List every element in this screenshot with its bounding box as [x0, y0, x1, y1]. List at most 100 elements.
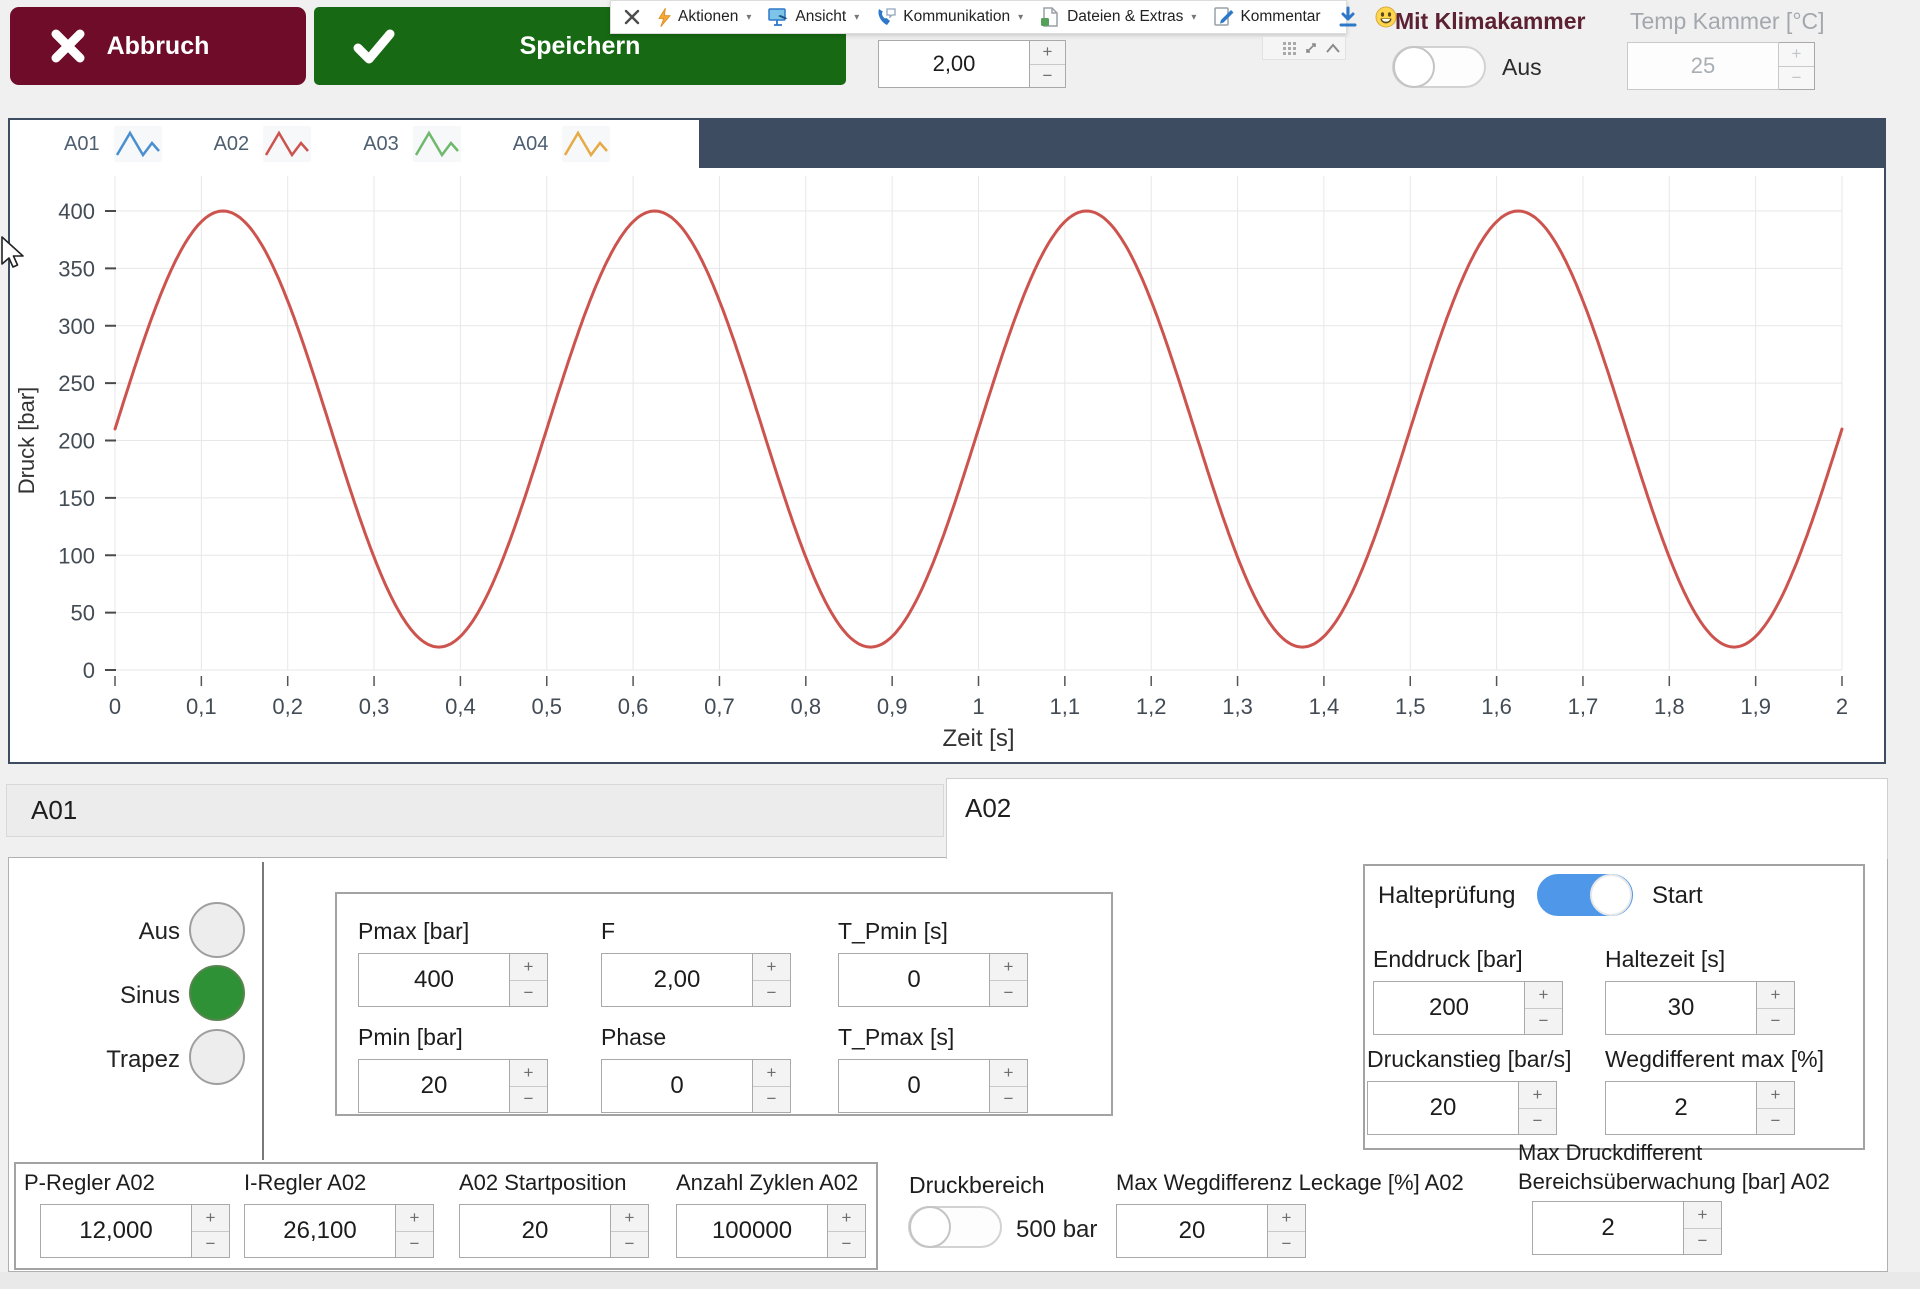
druckbereich-toggle[interactable]	[908, 1206, 1002, 1248]
phase-spinner[interactable]: 0 +−	[601, 1059, 791, 1113]
download-button[interactable]	[1337, 6, 1359, 28]
wegdifferent-max-value[interactable]: 2	[1605, 1081, 1757, 1135]
druckanstieg-spinner[interactable]: 20 +−	[1367, 1081, 1572, 1135]
decrement-button[interactable]: −	[611, 1232, 648, 1258]
startposition-value[interactable]: 20	[459, 1204, 611, 1258]
tab-a01[interactable]: A01	[6, 784, 944, 837]
decrement-button[interactable]: −	[990, 1087, 1027, 1113]
smiley-button[interactable]	[1375, 6, 1397, 28]
hold-test-toggle[interactable]	[1537, 874, 1633, 916]
pmax-spinner[interactable]: 400 +−	[358, 953, 548, 1007]
decrement-button[interactable]: −	[753, 1087, 790, 1113]
max-druckdifferent-value[interactable]: 2	[1532, 1201, 1684, 1255]
increment-button[interactable]: +	[1519, 1082, 1556, 1109]
increment-button[interactable]: +	[1268, 1205, 1305, 1232]
decrement-button[interactable]: −	[1525, 1009, 1562, 1035]
menu-kommunikation[interactable]: Kommunikation▾	[875, 6, 1023, 28]
legend-bar-filler	[699, 120, 1884, 168]
increment-button[interactable]: +	[1684, 1202, 1721, 1229]
increment-button[interactable]: +	[510, 1060, 547, 1087]
cycle-duration-value[interactable]: 2,00	[878, 40, 1030, 88]
pmin-label: Pmin [bar]	[358, 1024, 548, 1051]
enddruck-spinner[interactable]: 200 +−	[1373, 981, 1563, 1035]
increment-button[interactable]: +	[990, 1060, 1027, 1087]
haltezeit-value[interactable]: 30	[1605, 981, 1757, 1035]
menu-aktionen[interactable]: Aktionen▾	[657, 7, 751, 28]
svg-text:50: 50	[71, 601, 95, 626]
increment-button[interactable]: +	[753, 1060, 790, 1087]
increment-button[interactable]: +	[1525, 982, 1562, 1009]
frequency-spinner[interactable]: 2,00 +−	[601, 953, 791, 1007]
decrement-button[interactable]: −	[1268, 1232, 1305, 1258]
increment-button[interactable]: +	[192, 1205, 229, 1232]
tpmax-value[interactable]: 0	[838, 1059, 990, 1113]
decrement-button[interactable]: −	[828, 1232, 865, 1258]
pmin-value[interactable]: 20	[358, 1059, 510, 1113]
decrement-button[interactable]: −	[1757, 1009, 1794, 1035]
radio-trapez[interactable]	[189, 1029, 245, 1085]
p-regler-spinner[interactable]: 12,000 +−	[40, 1204, 230, 1258]
pmin-spinner[interactable]: 20 +−	[358, 1059, 548, 1113]
max-wegdifferenz-value[interactable]: 20	[1116, 1204, 1268, 1258]
cycle-duration-spinner[interactable]: 2,00 + −	[878, 40, 1066, 88]
increment-button[interactable]: +	[396, 1205, 433, 1232]
increment-button[interactable]: +	[753, 954, 790, 981]
phase-label: Phase	[601, 1024, 791, 1051]
haltezeit-label: Haltezeit [s]	[1605, 946, 1795, 973]
increment-button[interactable]: +	[828, 1205, 865, 1232]
decrement-button[interactable]: −	[990, 981, 1027, 1007]
legend-item-a02[interactable]: A02	[214, 126, 312, 162]
increment-button[interactable]: +	[510, 954, 547, 981]
decrement-button[interactable]: −	[1519, 1109, 1556, 1135]
svg-text:0,3: 0,3	[359, 694, 390, 719]
increment-button[interactable]: +	[611, 1205, 648, 1232]
legend-item-a04[interactable]: A04	[513, 126, 611, 162]
abort-button[interactable]: Abbruch	[10, 7, 306, 85]
decrement-button[interactable]: −	[510, 1087, 547, 1113]
decrement-button[interactable]: −	[510, 981, 547, 1007]
legend-item-a03[interactable]: A03	[363, 126, 461, 162]
druckanstieg-value[interactable]: 20	[1367, 1081, 1519, 1135]
temp-chamber-label: Temp Kammer [°C]	[1630, 8, 1825, 35]
menu-ansicht[interactable]: Ansicht▾	[767, 6, 859, 28]
grid-icon[interactable]	[1282, 41, 1297, 56]
phase-value[interactable]: 0	[601, 1059, 753, 1113]
menu-dateien-extras[interactable]: Dateien & Extras▾	[1039, 6, 1196, 28]
decrement-button[interactable]: −	[1757, 1109, 1794, 1135]
enddruck-value[interactable]: 200	[1373, 981, 1525, 1035]
tpmax-spinner[interactable]: 0 +−	[838, 1059, 1028, 1113]
i-regler-value[interactable]: 26,100	[244, 1204, 396, 1258]
frequency-value[interactable]: 2,00	[601, 953, 753, 1007]
haltezeit-spinner[interactable]: 30 +−	[1605, 981, 1795, 1035]
anzahl-zyklen-spinner[interactable]: 100000 +−	[676, 1204, 866, 1258]
expand-icon[interactable]	[1304, 41, 1318, 55]
increment-button[interactable]: +	[1757, 1082, 1794, 1109]
wegdifferent-max-spinner[interactable]: 2 +−	[1605, 1081, 1824, 1135]
toolbar-close-button[interactable]	[623, 8, 641, 26]
tpmin-spinner[interactable]: 0 +−	[838, 953, 1028, 1007]
max-druckdifferent-spinner[interactable]: 2 +−	[1532, 1201, 1830, 1255]
increment-button[interactable]: +	[1030, 41, 1065, 65]
increment-button[interactable]: +	[1757, 982, 1794, 1009]
legend-item-a01[interactable]: A01	[64, 126, 162, 162]
decrement-button[interactable]: −	[396, 1232, 433, 1258]
anzahl-zyklen-value[interactable]: 100000	[676, 1204, 828, 1258]
tab-a02[interactable]: A02	[946, 778, 1888, 859]
decrement-button[interactable]: −	[1030, 65, 1065, 88]
p-regler-value[interactable]: 12,000	[40, 1204, 192, 1258]
increment-button[interactable]: +	[990, 954, 1027, 981]
field-anzahl-zyklen: Anzahl Zyklen A02 100000 +−	[676, 1170, 866, 1258]
max-wegdifferenz-spinner[interactable]: 20 +−	[1116, 1204, 1464, 1258]
startposition-spinner[interactable]: 20 +−	[459, 1204, 649, 1258]
chevron-up-icon[interactable]	[1325, 43, 1341, 54]
decrement-button[interactable]: −	[753, 981, 790, 1007]
i-regler-spinner[interactable]: 26,100 +−	[244, 1204, 434, 1258]
radio-sinus[interactable]	[189, 965, 245, 1021]
decrement-button[interactable]: −	[192, 1232, 229, 1258]
climate-chamber-toggle[interactable]	[1392, 46, 1486, 88]
tpmin-value[interactable]: 0	[838, 953, 990, 1007]
menu-kommentar[interactable]: Kommentar	[1212, 6, 1320, 28]
decrement-button[interactable]: −	[1684, 1229, 1721, 1255]
pmax-value[interactable]: 400	[358, 953, 510, 1007]
radio-aus[interactable]	[189, 902, 245, 958]
